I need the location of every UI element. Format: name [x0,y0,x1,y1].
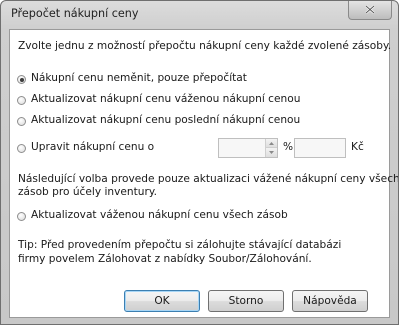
percent-spin-input[interactable] [218,138,278,158]
option-update-weighted-all-label[interactable]: Aktualizovat váženou nákupní cenu všech … [31,209,288,221]
window-title: Přepočet nákupní ceny [11,7,139,20]
chevron-up-icon [269,142,274,145]
title-bar[interactable]: Přepočet nákupní ceny [1,1,398,27]
tip-text-line-2: firmy povelem Zálohovat z nabídky Soubor… [18,253,312,265]
ok-button[interactable]: OK [124,290,200,312]
note-text-line-2: zásob pro účely inventury. [18,186,157,198]
option-last-price-label[interactable]: Aktualizovat nákupní cenu poslední nákup… [31,114,300,126]
dialog-content: Zvolte jednu z možností přepočtu nákupní… [9,29,398,318]
help-button[interactable]: Nápověda [292,290,368,312]
spin-down-button[interactable] [266,148,277,157]
intro-text: Zvolte jednu z možností přepočtu nákupní… [18,40,392,52]
amount-input[interactable] [294,138,346,158]
option-keep-price-label[interactable]: Nákupní cenu neměnit, pouze přepočítat [31,72,247,84]
tip-text-line-1: Tip: Před provedením přepočtu si zálohuj… [18,239,342,251]
radio-adjust-price[interactable] [17,144,26,153]
chevron-down-icon [269,151,274,154]
close-button[interactable] [348,1,392,20]
option-weighted-price-label[interactable]: Aktualizovat nákupní cenu váženou nákupn… [31,93,300,105]
cancel-button[interactable]: Storno [208,290,284,312]
percent-spinner[interactable] [265,139,277,157]
option-adjust-price-label[interactable]: Upravit nákupní cenu o [31,141,154,153]
radio-weighted-price[interactable] [17,96,26,105]
radio-last-price[interactable] [17,117,26,126]
radio-update-weighted-all[interactable] [17,212,26,221]
spin-up-button[interactable] [266,139,277,148]
close-icon [365,5,375,14]
note-text-line-1: Následující volba provede pouze aktualiz… [18,173,399,185]
radio-keep-price[interactable] [17,75,26,84]
currency-unit: Kč [351,141,364,153]
percent-unit: % [283,141,294,153]
dialog-window: Přepočet nákupní ceny Zvolte jednu z mož… [0,0,399,325]
